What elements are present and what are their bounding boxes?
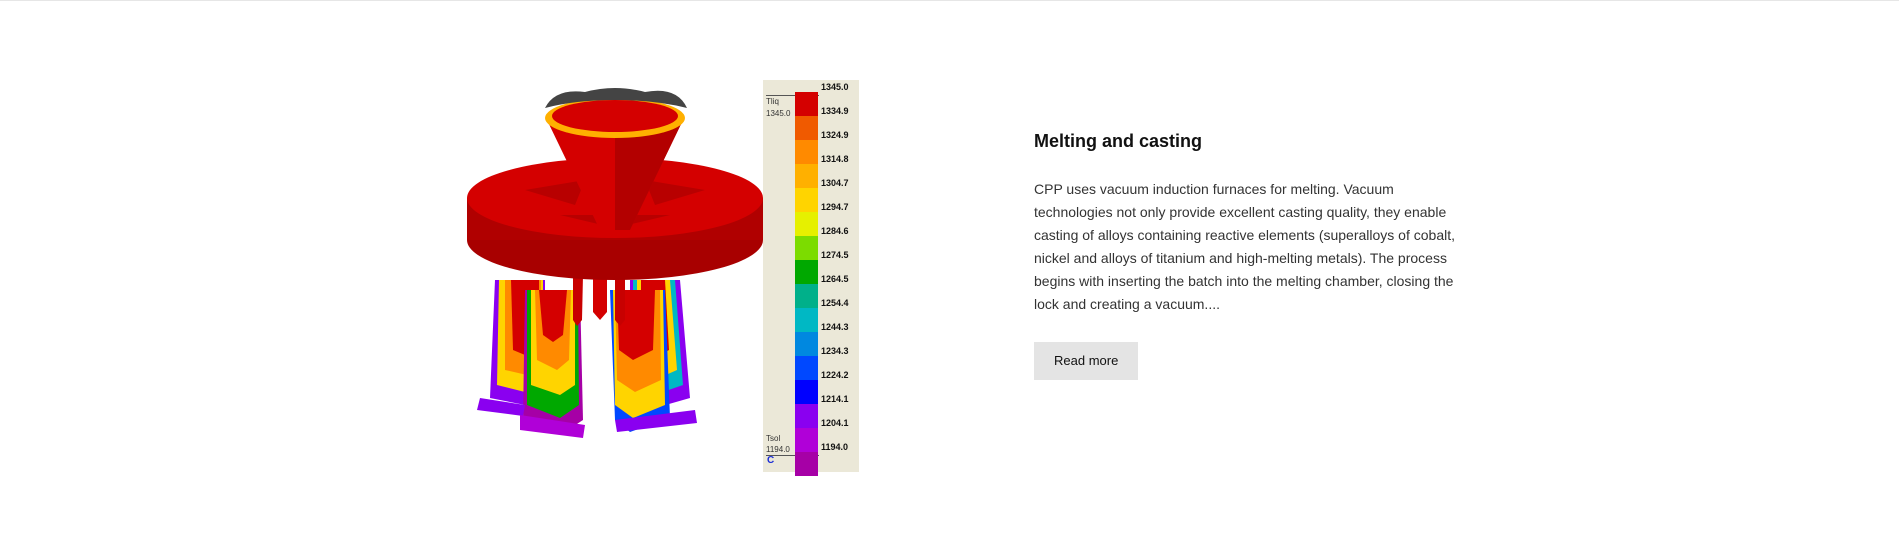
legend-tick-label: 1334.9 [821,106,849,116]
legend-swatch [795,188,818,212]
legend-tick-label: 1294.7 [821,202,849,212]
legend-swatch [795,284,818,308]
section-title: Melting and casting [1034,131,1203,151]
liquidus-value: 1345.0 [766,109,791,118]
legend-swatch [795,356,818,380]
legend-swatch [795,116,818,140]
solidus-label: Tsol [766,434,781,443]
read-more-button[interactable]: Read more [1034,342,1139,380]
casting-simulation-figure [467,88,763,438]
legend-swatch [795,260,818,284]
legend-tick-label: 1304.7 [821,178,849,188]
legend-swatch [795,380,818,404]
section-description: CPP uses vacuum induction furnaces for m… [1034,181,1455,312]
legend-swatch [795,92,818,116]
temperature-legend: Tliq 1345.0 Tsol 1194.0 C 1345.0 1334.9 13… [763,80,859,476]
legend-tick-label: 1274.5 [821,250,849,260]
legs [477,265,697,438]
legend-tick-label: 1214.1 [821,394,849,404]
legend-tick-label: 1264.5 [821,274,849,284]
unit-label: C [767,455,775,466]
legend-tick-label: 1314.8 [821,154,849,164]
legend-swatch [795,164,818,188]
legend-swatch [795,236,818,260]
legend-tick-label: 1234.3 [821,346,849,356]
legend-tick-label: 1194.0 [821,442,849,452]
simulation-image: Tliq 1345.0 Tsol 1194.0 C 1345.0 1334.9 13… [465,80,860,476]
legend-swatch [795,452,818,476]
legend-tick-label: 1324.9 [821,130,849,140]
legend-tick-label: 1284.6 [821,226,849,236]
legend-tick-label: 1224.2 [821,370,849,380]
legend-tick-label: 1204.1 [821,418,849,428]
legend-swatch [795,332,818,356]
legend-tick-label: 1254.4 [821,298,849,308]
liquidus-label: Tliq [766,97,779,106]
legend-tick-label: 1244.3 [821,322,849,332]
legend-tick-label: 1345.0 [821,82,849,92]
content-section: Melting and casting CPP uses vacuum indu… [1034,128,1464,380]
legend-swatch [795,404,818,428]
legend-swatch [795,140,818,164]
legend-swatch [795,428,818,452]
legend-swatch [795,308,818,332]
legend-swatch [795,212,818,236]
top-divider [0,0,1899,1]
solidus-value: 1194.0 [766,445,790,454]
